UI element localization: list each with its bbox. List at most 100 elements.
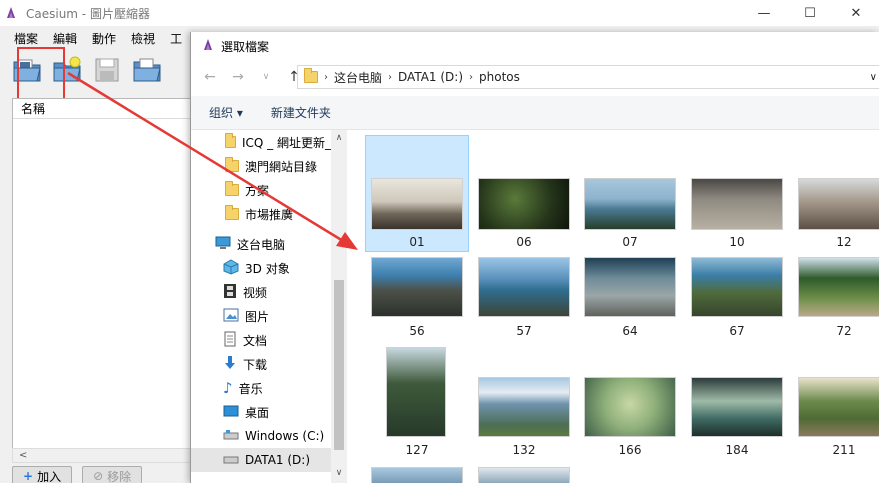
address-dropdown-chevron-icon[interactable]: ∨ (870, 72, 877, 83)
nav-item-label: 方案 (245, 183, 270, 198)
save-button[interactable] (90, 52, 124, 90)
folder-icon (225, 157, 239, 172)
scroll-up-chevron-icon[interactable]: ∧ (331, 133, 347, 143)
dialog-title: 選取檔案 (221, 39, 270, 54)
cube-icon (223, 258, 239, 278)
nav-item-pictures[interactable]: 图片 (191, 304, 331, 328)
address-bar[interactable]: › 这台电脑 › DATA1 (D:) › photos ∨ (297, 65, 879, 89)
file-name: 57 (516, 324, 532, 338)
nav-item-label: 下载 (243, 357, 268, 372)
close-button[interactable]: ✕ (833, 0, 879, 26)
thumbnail (584, 257, 676, 317)
thumbnail (691, 257, 783, 317)
add-button-label: 加入 (37, 469, 62, 483)
nav-item-label: DATA1 (D:) (245, 453, 311, 467)
file-grid: 01 06 07 10 12 56 57 64 67 72 127 132 16… (361, 132, 879, 483)
file-name: 10 (729, 235, 745, 249)
file-name: 64 (622, 324, 638, 338)
scroll-left-icon[interactable]: < (19, 450, 27, 461)
list-header-name[interactable]: 名稱 (13, 99, 191, 119)
new-folder-button[interactable]: 新建文件夹 (271, 104, 331, 121)
folder-icon (225, 133, 236, 148)
organize-button[interactable]: 组织 ▾ (209, 104, 243, 121)
picture-icon (223, 308, 239, 325)
file-name: 01 (409, 235, 425, 249)
add-button[interactable]: + 加入 (12, 466, 73, 483)
nav-item-macau-directory[interactable]: 澳門網站目錄 (191, 154, 331, 178)
dialog-app-icon (201, 38, 215, 55)
nav-item-music[interactable]: ♪ 音乐 (191, 376, 331, 400)
breadcrumb-separator-icon[interactable]: › (469, 72, 473, 83)
file-name: 184 (725, 443, 749, 457)
folder-icon (225, 181, 239, 196)
dialog-title-bar: 選取檔案 (191, 32, 879, 60)
desktop-icon (223, 404, 239, 421)
nav-item-desktop[interactable]: 桌面 (191, 400, 331, 424)
breadcrumb-separator-icon[interactable]: › (324, 72, 328, 83)
minimize-button[interactable]: — (741, 0, 787, 26)
menu-view[interactable]: 檢視 (117, 30, 160, 47)
thumbnail (798, 377, 879, 437)
nav-item-videos[interactable]: 视频 (191, 280, 331, 304)
nav-item-downloads[interactable]: 下载 (191, 352, 331, 376)
file-name: 132 (512, 443, 536, 457)
thumbnail (691, 178, 783, 230)
nav-item-windows-c[interactable]: Windows (C:) (191, 424, 331, 448)
menu-action[interactable]: 動作 (78, 30, 121, 47)
drive-icon (223, 453, 239, 468)
file-name: 12 (836, 235, 852, 249)
back-arrow-icon[interactable]: ← (203, 69, 217, 85)
recent-locations-chevron-icon[interactable]: ∨ (259, 72, 273, 82)
nav-item-label: Windows (C:) (245, 429, 325, 443)
thumbnail (478, 377, 570, 437)
breadcrumb-separator-icon[interactable]: › (388, 72, 392, 83)
nav-item-this-pc[interactable]: 这台电脑 (191, 232, 331, 256)
maximize-button[interactable]: ☐ (787, 0, 833, 26)
caesium-title-bar: Caesium - 圖片壓縮器 — ☐ ✕ (0, 0, 879, 26)
nav-item-icq[interactable]: ICQ _ 網址更新_ (191, 130, 331, 154)
plus-icon: + (23, 469, 34, 483)
menu-tools[interactable]: 工 (156, 30, 187, 47)
list-horizontal-scrollbar[interactable]: < (12, 448, 192, 463)
file-name: 127 (405, 443, 429, 457)
nav-item-3d-objects[interactable]: 3D 对象 (191, 256, 331, 280)
caesium-menu-bar: 檔案 編輯 動作 檢視 工 (0, 28, 183, 48)
nav-item-documents[interactable]: 文档 (191, 328, 331, 352)
nav-item-label: 市場推廣 (245, 207, 294, 222)
folder-document-icon (132, 56, 162, 87)
thumbnail (798, 257, 879, 317)
file-name: 166 (618, 443, 642, 457)
open-file-dialog: 選取檔案 ← → ∨ ↑ › 这台电脑 › DATA1 (D:) › photo… (190, 32, 879, 483)
export-button[interactable] (130, 52, 164, 90)
menu-edit[interactable]: 編輯 (39, 30, 82, 47)
scrollbar-thumb[interactable] (334, 280, 344, 450)
computer-icon (215, 236, 231, 253)
breadcrumb-data1[interactable]: DATA1 (D:) (398, 70, 463, 84)
breadcrumb-this-pc[interactable]: 这台电脑 (334, 69, 382, 86)
remove-button[interactable]: ⊘ 移除 (82, 466, 143, 483)
thumbnail (371, 467, 463, 483)
list-actions: + 加入 ⊘ 移除 (12, 466, 143, 483)
navigation-vertical-scrollbar[interactable]: ∧ ∨ (331, 130, 347, 483)
nav-item-label: 视频 (243, 285, 268, 300)
navigation-pane: ICQ _ 網址更新_ 澳門網站目錄 方案 市場推廣 这台电脑 3D 对象 视频… (191, 130, 347, 483)
music-icon: ♪ (223, 379, 233, 397)
forward-arrow-icon[interactable]: → (231, 69, 245, 85)
image-list[interactable]: 名稱 (12, 98, 192, 463)
thumbnail (371, 178, 463, 230)
nav-item-marketing[interactable]: 市場推廣 (191, 202, 331, 226)
thumbnail (478, 178, 570, 230)
scroll-down-chevron-icon[interactable]: ∨ (331, 468, 347, 478)
nav-item-plan[interactable]: 方案 (191, 178, 331, 202)
thumbnail (691, 377, 783, 437)
nav-item-label: 这台电脑 (237, 237, 286, 252)
nav-item-label: ICQ _ 網址更新_ (242, 135, 331, 150)
menu-file[interactable]: 檔案 (0, 30, 43, 47)
file-name: 211 (832, 443, 856, 457)
file-name: 72 (836, 324, 852, 338)
breadcrumb-photos[interactable]: photos (479, 70, 520, 84)
nav-item-data1-d[interactable]: DATA1 (D:) (191, 448, 331, 472)
document-icon (223, 331, 237, 350)
caesium-app-icon (0, 0, 22, 26)
file-name: 07 (622, 235, 638, 249)
